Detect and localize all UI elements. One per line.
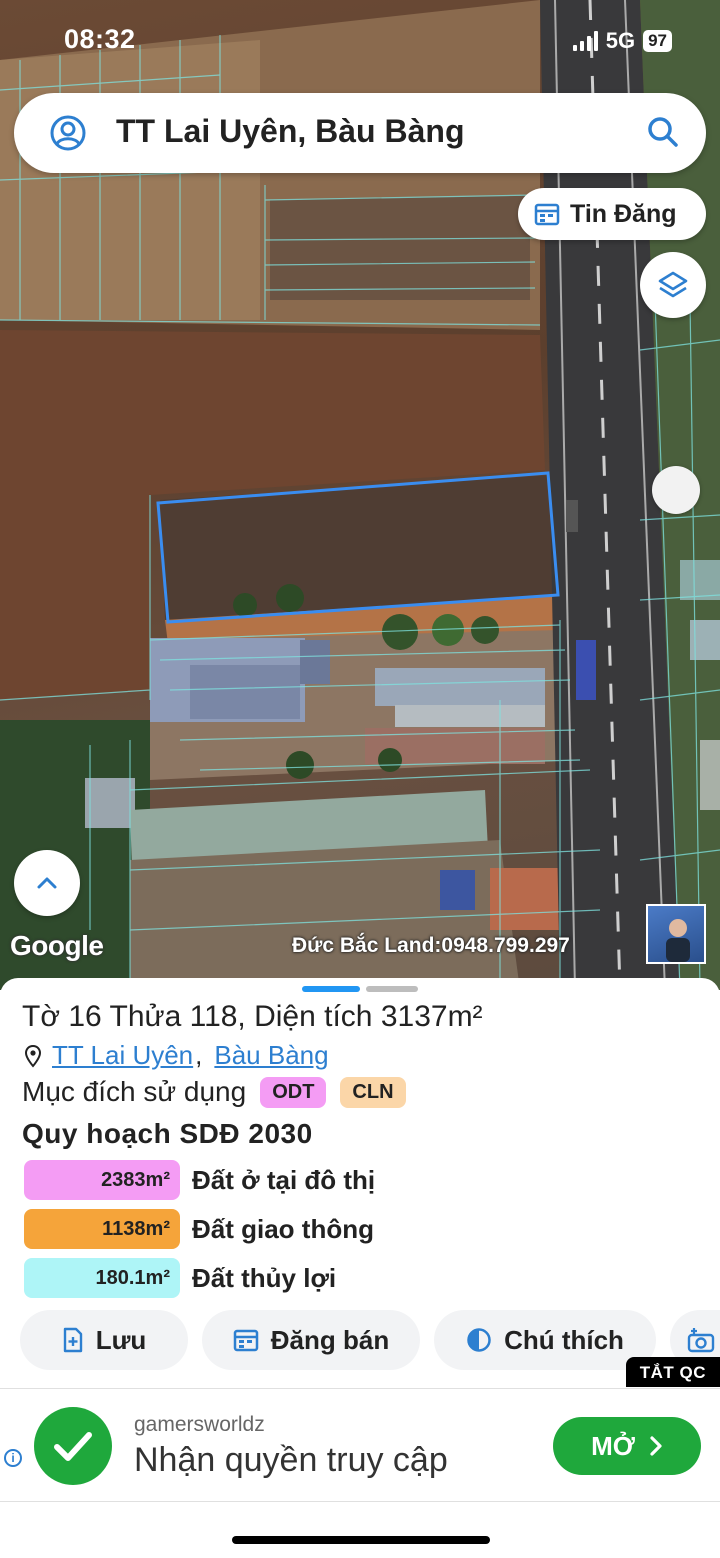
avatar: [666, 919, 690, 962]
district-link[interactable]: Bàu Bàng: [214, 1040, 328, 1071]
zone-row: 180.1m² Đất thủy lợi: [24, 1258, 336, 1298]
purpose-chip-odt[interactable]: ODT: [260, 1076, 327, 1108]
sheet-page-indicator[interactable]: [302, 986, 418, 992]
land-use-purpose: Mục đích sử dụng ODT CLN: [22, 1076, 406, 1108]
purpose-chip-cln[interactable]: CLN: [340, 1076, 406, 1108]
zone-area-bar: 180.1m²: [24, 1258, 180, 1298]
chevron-right-icon: [650, 1436, 662, 1456]
google-attribution: Google: [10, 930, 104, 961]
chevron-up-icon: [37, 877, 57, 889]
status-time: 08:32: [64, 24, 136, 54]
legend-button[interactable]: Chú thích: [434, 1310, 656, 1370]
ad-open-button[interactable]: MỞ: [553, 1417, 701, 1475]
checkmark-icon: [34, 1407, 112, 1485]
search-location-text[interactable]: TT Lai Uyên, Bàu Bàng: [116, 113, 464, 150]
zone-area-bar: 1138m²: [24, 1209, 180, 1249]
network-type: 5G: [605, 28, 636, 53]
contrast-icon: [467, 1328, 491, 1352]
zone-row: 1138m² Đất giao thông: [24, 1209, 374, 1249]
search-icon[interactable]: [646, 115, 680, 149]
zone-row: 2383m² Đất ở tại đô thị: [24, 1160, 375, 1200]
ad-brand: gamersworldz: [134, 1413, 265, 1436]
location-pin-icon: [24, 1044, 42, 1068]
parcel-title: Tờ 16 Thửa 118, Diện tích 3137m²: [22, 1000, 483, 1033]
close-ad-button[interactable]: TẮT QC: [625, 1357, 720, 1387]
plan-title: Quy hoạch SDĐ 2030: [22, 1118, 313, 1149]
map-view[interactable]: 08:32 5G 97 TT Lai Uyên, Bàu Bàng Tin Đă…: [0, 0, 720, 990]
save-button[interactable]: Lưu: [20, 1310, 188, 1370]
map-drag-handle[interactable]: [652, 466, 700, 514]
user-photo-thumbnail[interactable]: [646, 904, 706, 964]
purpose-label: Mục đích sử dụng: [22, 1076, 247, 1107]
zone-name: Đất ở tại đô thị: [192, 1164, 376, 1195]
action-bar: Lưu Đăng bán Chú thích: [20, 1310, 720, 1370]
battery-icon: 97: [643, 30, 672, 52]
ad-banner[interactable]: i gamersworldz Nhận quyền truy cập MỞ: [0, 1388, 720, 1502]
calendar-icon: [233, 1329, 259, 1352]
home-indicator[interactable]: [232, 1536, 490, 1544]
ad-info-icon[interactable]: i: [4, 1449, 22, 1467]
search-bar[interactable]: TT Lai Uyên, Bàu Bàng: [14, 93, 706, 173]
zone-name: Đất giao thông: [192, 1213, 374, 1244]
address-separator: ,: [195, 1040, 203, 1070]
listings-button[interactable]: Tin Đăng: [518, 188, 706, 240]
layers-button[interactable]: [640, 252, 706, 318]
ward-link[interactable]: TT Lai Uyên: [52, 1040, 193, 1071]
parcel-address: TT Lai Uyên , Bàu Bàng: [24, 1040, 329, 1071]
zone-area-bar: 2383m²: [24, 1160, 180, 1200]
map-watermark: Đức Bắc Land:0948.799.297: [292, 934, 570, 957]
layers-icon: [658, 271, 688, 298]
ad-open-label: MỞ: [591, 1430, 635, 1461]
save-label: Lưu: [95, 1324, 147, 1355]
add-photo-icon: [687, 1328, 715, 1353]
listings-label: Tin Đăng: [570, 199, 677, 228]
save-doc-icon: [63, 1327, 82, 1353]
signal-icon: [572, 31, 598, 51]
legend-label: Chú thích: [504, 1324, 624, 1355]
status-bar: 08:32 5G 97: [0, 0, 720, 82]
post-sale-button[interactable]: Đăng bán: [202, 1310, 420, 1370]
zone-name: Đất thủy lợi: [192, 1262, 337, 1293]
expand-up-button[interactable]: [14, 850, 80, 916]
ad-headline: Nhận quyền truy cập: [134, 1441, 448, 1479]
calendar-icon: [534, 203, 560, 226]
status-indicators: 5G 97: [572, 28, 672, 54]
post-sale-label: Đăng bán: [270, 1324, 390, 1355]
user-icon[interactable]: [48, 113, 88, 153]
